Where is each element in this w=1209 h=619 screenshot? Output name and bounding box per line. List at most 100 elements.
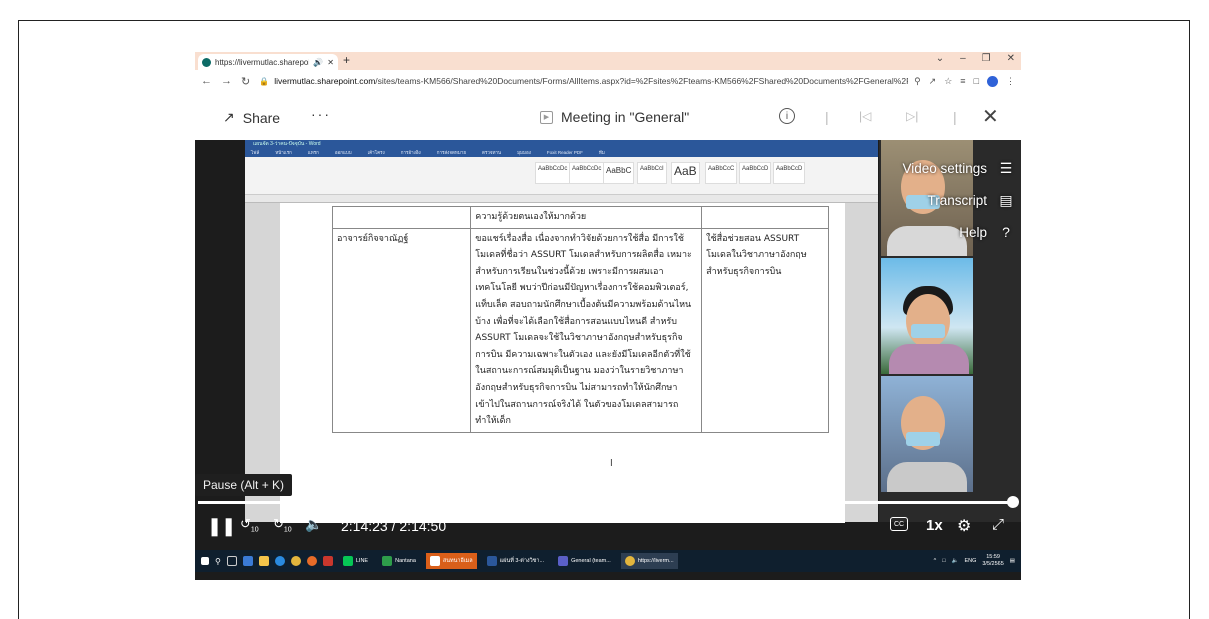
- clock-time: 15:59: [986, 554, 1000, 560]
- time-separator: /: [391, 518, 396, 534]
- style-swatch: AaBbC: [603, 162, 635, 184]
- word-tab: ทีม: [598, 150, 605, 155]
- sharepoint-favicon-icon: [202, 57, 211, 67]
- taskbar-app-label: Nantana: [395, 558, 416, 564]
- video-file-icon: ▶: [540, 110, 553, 124]
- close-viewer-button[interactable]: ✕: [982, 104, 999, 129]
- browser-tab[interactable]: https://livermutlac.sharepoi 🔊 ✕: [198, 54, 338, 70]
- progress-bar[interactable]: [198, 501, 1016, 504]
- table-cell-comment: ขอแชร์เรื่องสื่อ เนื่องจากทำวิจัยด้วยการ…: [470, 227, 703, 433]
- clock: 15:59 3/5/2565: [982, 554, 1003, 568]
- share-page-icon[interactable]: ↗: [929, 76, 937, 87]
- share-icon: ↗: [223, 109, 235, 125]
- divider: |: [953, 109, 957, 125]
- edge-icon: [274, 556, 285, 566]
- address-bar-actions: ⚲ ↗ ☆ ≡ □ ⋮: [914, 75, 1015, 87]
- next-file-icon[interactable]: ▷|: [906, 109, 918, 123]
- notification-icon: ▤: [1009, 558, 1015, 564]
- word-ribbon: AaBbCcDc AaBbCcDc AaBbC AaBbCcI AaB AaBb…: [245, 157, 878, 195]
- taskbar-app-label: General (team...: [571, 558, 611, 564]
- url-host: livermutlac.sharepoint.com: [274, 76, 376, 86]
- app-icon: [429, 556, 440, 566]
- playback-rate-button[interactable]: 1x: [926, 517, 943, 534]
- divider: |: [825, 109, 829, 125]
- meeting-title-text: Meeting in "General": [561, 109, 690, 125]
- address-bar: ← → ↻ 🔒 livermutlac.sharepoint.com/sites…: [195, 70, 1021, 92]
- transcript-label: Transcript: [927, 192, 987, 208]
- taskbar-app-label: แผ่นที่ 3-ต่างวิชา...: [499, 558, 545, 564]
- player-header: ↗ Share ··· ▶ Meeting in "General" i | |…: [195, 100, 1021, 136]
- skip-back-button[interactable]: ↺10: [240, 516, 259, 534]
- word-ribbon-tabs: ไฟล์ หน้าแรก แทรก ออกแบบ เค้าโครง การอ้า…: [245, 149, 878, 157]
- profile-avatar-icon[interactable]: [987, 75, 998, 87]
- word-tab: ตรวจทาน: [482, 150, 502, 155]
- playback-controls: ❚❚ ↺10 ↻10 🔈 2:14:23 / 2:14:50 CC 1x ⚙ ⤢: [195, 506, 1021, 546]
- previous-file-icon[interactable]: |◁: [859, 109, 871, 123]
- taskbar-app-label: สนทนาอีเมล: [442, 558, 473, 564]
- skip-forward-button[interactable]: ↻10: [273, 516, 292, 534]
- fullscreen-icon[interactable]: ⤢: [992, 516, 1004, 533]
- table-cell-name: อาจารย์กิจจาณัฏฐ์: [331, 227, 472, 433]
- taskbar-app: General (team...: [554, 553, 615, 569]
- volume-icon[interactable]: 🔈: [305, 516, 322, 533]
- new-tab-button[interactable]: +: [343, 53, 350, 67]
- word-tab: การอ้างอิง: [400, 150, 421, 155]
- taskbar-app: https://liverm...: [620, 553, 678, 569]
- app-icon: [382, 556, 393, 566]
- forward-arrow-icon[interactable]: →: [221, 75, 232, 87]
- clock-date: 3/5/2565: [982, 561, 1004, 567]
- table-cell-note: ใช้สื่อช่วยสอน ASSURT โมเดลในวิชาภาษาอัง…: [701, 227, 829, 433]
- text-cursor-icon: I: [610, 458, 613, 469]
- player-settings-menu: Video settings ☰ Transcript ▤ Help ?: [902, 152, 1015, 248]
- word-tab: Foxit Reader PDF: [546, 150, 583, 155]
- help-icon: ?: [1002, 224, 1010, 240]
- help-item[interactable]: Help ?: [902, 216, 1015, 248]
- captions-icon[interactable]: CC: [890, 517, 908, 531]
- comments-table: ความรู้ด้วยตนเองให้มากด้วย อาจารย์กิจจาณ…: [331, 206, 829, 433]
- transcript-item[interactable]: Transcript ▤: [902, 184, 1015, 216]
- share-label: Share: [242, 109, 281, 126]
- table-cell: ความรู้ด้วยตนเองให้มากด้วย: [470, 206, 703, 229]
- word-tab: ออกแบบ: [334, 150, 352, 155]
- windows-taskbar: ⚲ LINE Nantana สนทนาอีเมล แผ่นที่ 3-ต่าง…: [195, 550, 1021, 572]
- url-field[interactable]: livermutlac.sharepoint.com/sites/teams-K…: [274, 76, 908, 86]
- settings-gear-icon[interactable]: ⚙: [957, 516, 971, 536]
- taskbar-app: Nantana: [378, 553, 420, 569]
- minimize-button[interactable]: –: [960, 53, 966, 64]
- browser-menu-icon[interactable]: ⋮: [1006, 76, 1015, 87]
- tab-search-icon[interactable]: ⌄: [936, 53, 944, 64]
- reload-icon[interactable]: ↻: [241, 75, 250, 88]
- teams-icon: [558, 556, 569, 566]
- toggles-icon: ☰: [999, 159, 1013, 176]
- tab-close-icon[interactable]: ✕: [327, 58, 334, 67]
- taskbar-app: แผ่นที่ 3-ต่างวิชา...: [483, 553, 548, 569]
- lock-icon[interactable]: 🔒: [259, 77, 269, 86]
- info-icon[interactable]: i: [779, 108, 795, 124]
- back-arrow-icon[interactable]: ←: [201, 75, 212, 87]
- help-label: Help: [959, 224, 987, 240]
- more-options-button[interactable]: ···: [311, 106, 331, 122]
- video-player[interactable]: แผนจัด 3-ว่าคน-ปัจจุบัน - Word ไฟล์ หน้า…: [195, 140, 1021, 580]
- time-display: 2:14:23 / 2:14:50: [341, 518, 446, 534]
- pause-button[interactable]: ❚❚: [207, 516, 236, 537]
- video-settings-item[interactable]: Video settings ☰: [902, 152, 1015, 184]
- zoom-icon[interactable]: ⚲: [914, 76, 921, 87]
- language-indicator: ENG: [964, 558, 977, 564]
- window-close-button[interactable]: ✕: [1007, 53, 1015, 64]
- style-swatch: AaBbCcI: [637, 162, 667, 184]
- file-explorer-icon: [258, 556, 269, 566]
- reading-list-icon[interactable]: ≡: [960, 76, 965, 87]
- side-panel-icon[interactable]: □: [974, 76, 979, 87]
- style-swatch: AaBbCcD: [773, 162, 806, 184]
- share-button[interactable]: ↗ Share: [223, 109, 280, 126]
- taskbar-app: LINE: [339, 553, 372, 569]
- skip-forward-seconds: 10: [283, 526, 292, 534]
- word-tab: การส่งจดหมาย: [436, 150, 467, 155]
- restore-button[interactable]: ❐: [982, 53, 991, 64]
- video-settings-label: Video settings: [902, 160, 987, 176]
- taskbar-app: สนทนาอีเมล: [425, 553, 477, 569]
- speaker-icon[interactable]: 🔊: [313, 58, 323, 67]
- bookmark-star-icon[interactable]: ☆: [944, 76, 952, 87]
- duration: 2:14:50: [399, 518, 447, 534]
- style-swatch: AaB: [671, 162, 700, 184]
